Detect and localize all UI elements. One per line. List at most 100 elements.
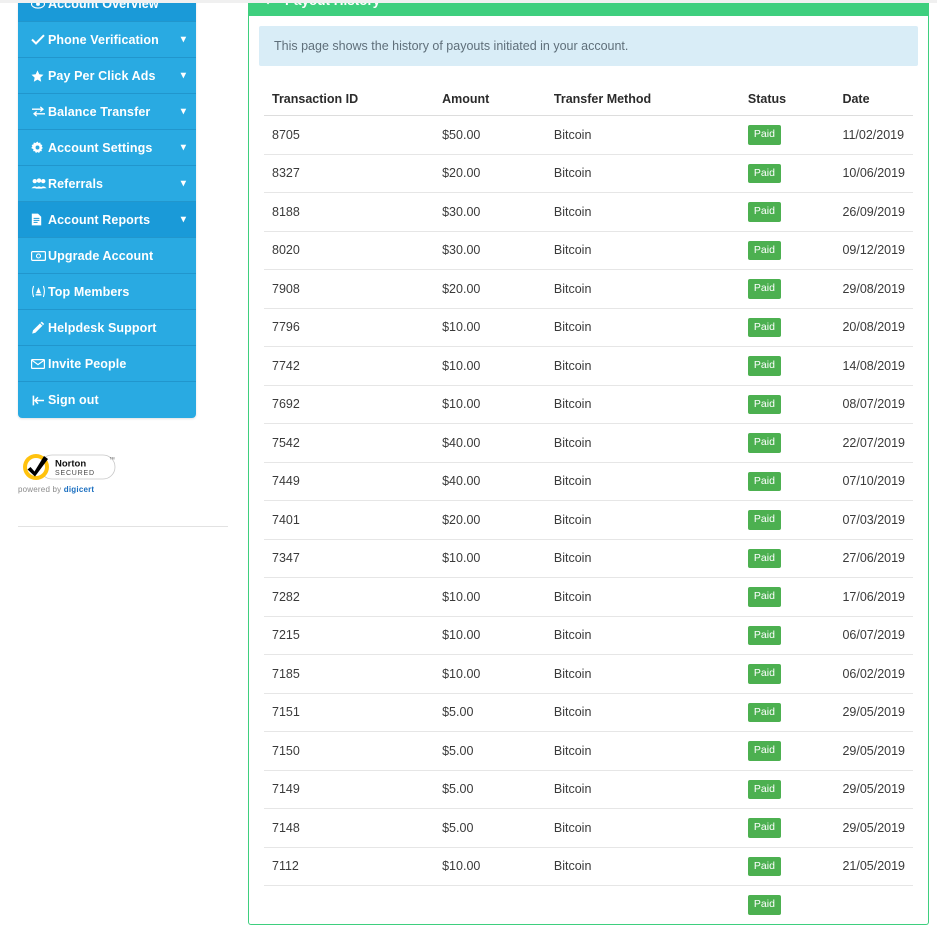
sidebar-item-upgrade-account[interactable]: Upgrade Account (18, 238, 196, 274)
cell-date: 11/02/2019 (842, 127, 905, 142)
cell-date: 22/07/2019 (834, 423, 913, 462)
cell-method: Bitcoin (545, 269, 740, 308)
cell-method: Bitcoin (545, 423, 740, 462)
cell-method: Bitcoin (545, 731, 740, 770)
table-row[interactable]: 7215 $10.00 Bitcoin Paid 06/07/2019 (264, 615, 913, 655)
sidebar: Account Overview Phone Verification ▾ Pa… (0, 0, 246, 665)
info-alert: This page shows the history of payouts i… (259, 26, 918, 66)
table-row[interactable]: 7542 $40.00 Bitcoin Paid 22/07/2019 (264, 423, 913, 462)
table-row[interactable]: 7692 $10.00 Bitcoin Paid 08/07/2019 (264, 384, 913, 424)
cell-amount: $20.00 (434, 153, 546, 193)
cell-date: 29/05/2019 (834, 731, 913, 770)
table-row[interactable]: 7150 $5.00 Bitcoin Paid 29/05/2019 (264, 731, 913, 770)
sidebar-item-invite-people[interactable]: Invite People (18, 346, 196, 382)
powered-by-text: powered by (18, 485, 64, 494)
cell-date: 14/08/2019 (834, 346, 913, 385)
cell-method: Bitcoin (545, 230, 740, 270)
sidebar-item-referrals[interactable]: Referrals ▾ (18, 166, 196, 202)
main-content: Payout History This page shows the histo… (246, 0, 937, 925)
cell-txn: 7282 (264, 577, 435, 616)
cell-txn: 7149 (264, 769, 435, 809)
cell-txn: 7542 (264, 423, 435, 462)
table-row[interactable]: 7282 $10.00 Bitcoin Paid 17/06/2019 (264, 577, 913, 616)
status-badge: Paid (747, 587, 781, 607)
cell-date: 29/08/2019 (834, 269, 913, 308)
column-header-date[interactable]: Date (834, 82, 913, 116)
cell-status: Paid (739, 461, 835, 501)
sidebar-item-label: Top Members (48, 284, 130, 299)
table-row[interactable]: 7148 $5.00 Bitcoin Paid 29/05/2019 (264, 808, 913, 847)
table-row[interactable]: 8327 $20.00 Bitcoin Paid 10/06/2019 (264, 153, 913, 193)
sidebar-item-balance-transfer[interactable]: Balance Transfer ▾ (18, 94, 196, 130)
status-badge: Paid (747, 163, 781, 183)
table-row[interactable]: 7112 $10.00 Bitcoin Paid 21/05/2019 (264, 846, 913, 886)
status-badge: Paid (747, 895, 781, 915)
cell-amount (434, 885, 546, 924)
table-row[interactable]: 8188 $30.00 Bitcoin Paid 26/09/2019 (264, 192, 913, 231)
cell-status: Paid (739, 808, 835, 847)
table-row[interactable]: 7185 $10.00 Bitcoin Paid 06/02/2019 (264, 654, 913, 693)
sidebar-item-account-settings[interactable]: Account Settings ▾ (18, 130, 196, 166)
cell-amount: $30.00 (434, 192, 546, 231)
table-row[interactable]: 7742 $10.00 Bitcoin Paid 14/08/2019 (264, 346, 913, 385)
payout-table-wrap: Transaction ID Amount Transfer Method St… (259, 82, 918, 924)
cell-method: Bitcoin (545, 153, 740, 193)
sidebar-item-pay-per-click-ads[interactable]: Pay Per Click Ads ▾ (18, 58, 196, 94)
cell-txn: 8020 (264, 230, 435, 270)
cell-status: Paid (739, 538, 835, 578)
table-row[interactable]: 8705 $50.00 Bitcoin Paid 11/02/2019 (264, 116, 913, 155)
column-header-amount[interactable]: Amount (434, 82, 546, 116)
cell-status: Paid (739, 423, 835, 462)
cell-amount: $10.00 (434, 538, 546, 578)
cell-date: 07/03/2019 (834, 500, 913, 539)
column-header-status[interactable]: Status (739, 82, 835, 116)
cell-txn: 7742 (264, 346, 435, 385)
exchange-icon (31, 106, 48, 117)
status-badge: Paid (747, 856, 781, 876)
browser-chrome-strip (0, 0, 937, 3)
chevron-down-icon: ▾ (180, 69, 186, 81)
users-icon (31, 178, 48, 189)
column-header-transaction-id[interactable]: Transaction ID (264, 82, 435, 116)
cell-status: Paid (739, 153, 835, 193)
norton-seal-graphic: Norton SECURED TM (23, 454, 116, 480)
status-badge: Paid (747, 394, 781, 414)
cell-status: Paid (739, 731, 835, 770)
cell-txn (264, 885, 435, 924)
sidebar-item-helpdesk-support[interactable]: Helpdesk Support (18, 310, 196, 346)
sidebar-item-account-overview[interactable]: Account Overview (18, 0, 196, 22)
cell-method: Bitcoin (545, 769, 740, 809)
status-badge: Paid (747, 818, 781, 838)
sidebar-item-label: Referrals (48, 176, 104, 191)
table-row[interactable]: 7151 $5.00 Bitcoin Paid 29/05/2019 (264, 692, 913, 732)
table-row[interactable]: 7347 $10.00 Bitcoin Paid 27/06/2019 (264, 538, 913, 578)
status-badge: Paid (747, 125, 781, 145)
sidebar-item-account-reports[interactable]: Account Reports ▾ (18, 202, 196, 238)
norton-secured-seal: Norton SECURED TM powered by digicert (18, 452, 196, 494)
table-row[interactable]: 7401 $20.00 Bitcoin Paid 07/03/2019 (264, 500, 913, 539)
cell-amount: $10.00 (434, 654, 546, 693)
table-row[interactable]: 7449 $40.00 Bitcoin Paid 07/10/2019 (264, 461, 913, 501)
status-badge: Paid (747, 625, 781, 645)
cell-txn: 8705 (272, 127, 300, 142)
table-row[interactable]: 7149 $5.00 Bitcoin Paid 29/05/2019 (264, 769, 913, 809)
sidebar-item-phone-verification[interactable]: Phone Verification ▾ (18, 22, 196, 58)
sidebar-item-label: Account Settings (48, 140, 153, 155)
table-row[interactable]: 8020 $30.00 Bitcoin Paid 09/12/2019 (264, 230, 913, 270)
cell-method: Bitcoin (545, 615, 740, 655)
sidebar-item-top-members[interactable]: Top Members (18, 274, 196, 310)
cell-amount: $5.00 (434, 808, 546, 847)
table-row[interactable]: 7796 $10.00 Bitcoin Paid 20/08/2019 (264, 307, 913, 347)
cell-txn: 8327 (264, 153, 435, 193)
cell-method: Bitcoin (545, 307, 740, 347)
cell-amount: $10.00 (434, 307, 546, 347)
cell-txn: 7151 (264, 692, 435, 732)
table-row[interactable]: Paid (264, 885, 913, 924)
column-header-transfer-method[interactable]: Transfer Method (545, 82, 740, 116)
table-row[interactable]: 7908 $20.00 Bitcoin Paid 29/08/2019 (264, 269, 913, 308)
sidebar-item-sign-out[interactable]: Sign out (18, 382, 196, 418)
status-badge: Paid (747, 664, 781, 684)
chevron-down-icon: ▾ (180, 177, 186, 189)
cell-amount: $10.00 (434, 346, 546, 385)
cell-method: Bitcoin (545, 500, 740, 539)
